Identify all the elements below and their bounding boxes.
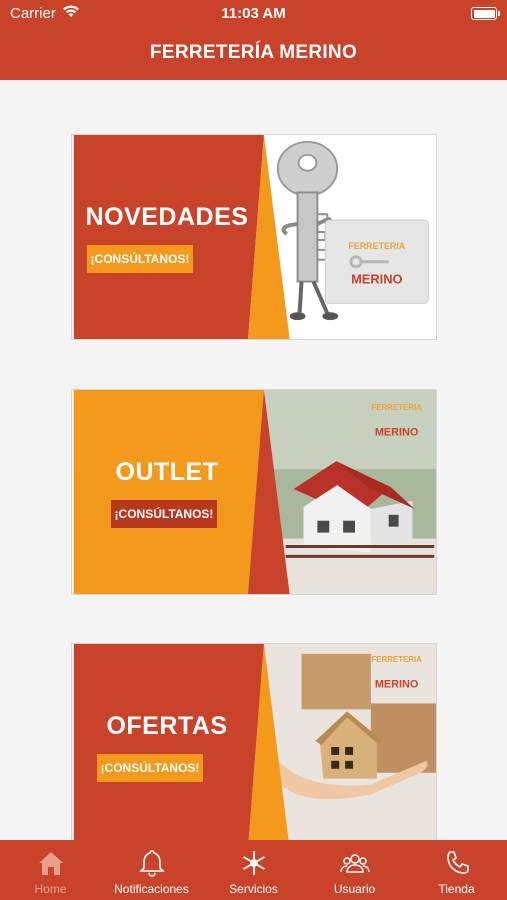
banner-outlet[interactable]: FERRETERIA MERINO OUTLET ¡CONSÚLTANOS! bbox=[71, 389, 437, 595]
tab-servicios[interactable]: Servicios bbox=[203, 840, 304, 900]
cta-button[interactable]: ¡CONSÚLTANOS! bbox=[97, 754, 203, 782]
banner-wedge bbox=[73, 390, 290, 594]
tab-label: Usuario bbox=[333, 882, 376, 896]
tab-label: Tienda bbox=[438, 882, 475, 896]
banner-novedades[interactable]: FERRETERIA MERINO NOVEDADES ¡CONSÚLTANOS… bbox=[71, 134, 437, 340]
tab-label: Servicios bbox=[229, 882, 278, 896]
clock: 11:03 AM bbox=[221, 5, 286, 22]
home-icon bbox=[38, 852, 63, 875]
battery-icon bbox=[471, 7, 500, 20]
asterisk-icon bbox=[242, 851, 265, 875]
tab-label: Home bbox=[34, 882, 67, 896]
phone-icon bbox=[446, 851, 469, 874]
banner-wedge bbox=[73, 135, 290, 339]
banner-title: NOVEDADES bbox=[85, 203, 249, 231]
page-title: FERRETERÍA MERINO bbox=[149, 42, 358, 63]
tab-home[interactable]: Home bbox=[0, 840, 101, 900]
banner-wedge bbox=[73, 644, 290, 848]
bell-icon bbox=[138, 850, 165, 877]
cta-button[interactable]: ¡CONSÚLTANOS! bbox=[111, 500, 217, 528]
tab-notificaciones[interactable]: Notificaciones bbox=[101, 840, 202, 900]
banner-title: OFERTAS bbox=[106, 712, 228, 740]
tab-bar: Home Notificaciones Servicios Usuario Ti… bbox=[0, 840, 507, 900]
status-bar: Carrier 11:03 AM bbox=[0, 0, 507, 28]
cta-button[interactable]: ¡CONSÚLTANOS! bbox=[87, 245, 193, 273]
users-icon bbox=[339, 854, 370, 873]
tab-label: Notificaciones bbox=[114, 882, 189, 896]
banner-ofertas[interactable]: FERRETERIA MERINO OFERTAS ¡CONSÚLTANOS! bbox=[71, 643, 437, 849]
tab-tienda[interactable]: Tienda bbox=[406, 840, 507, 900]
nav-bar: FERRETERÍA MERINO bbox=[0, 28, 507, 80]
tab-usuario[interactable]: Usuario bbox=[304, 840, 405, 900]
banner-title: OUTLET bbox=[115, 458, 219, 486]
